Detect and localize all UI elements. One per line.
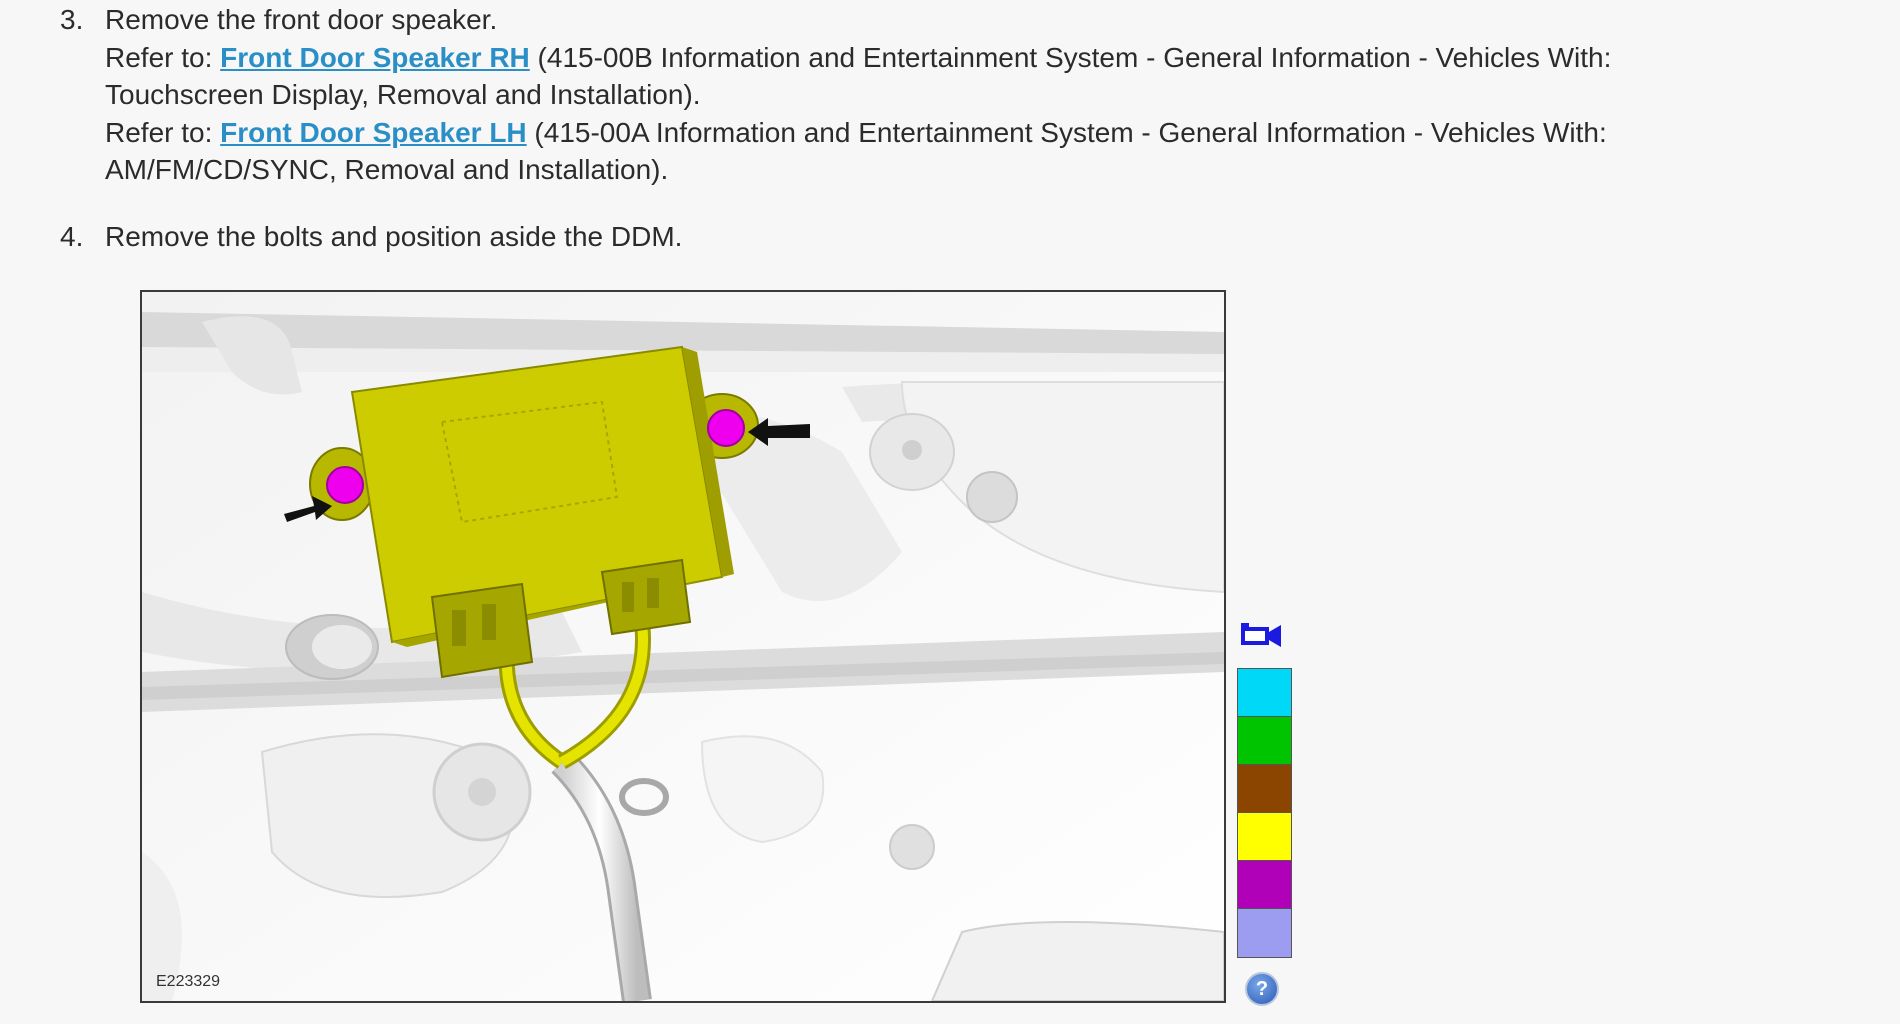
reference-detail-continued: AM/FM/CD/SYNC, Removal and Installation)… (105, 154, 669, 185)
refer-to-label: Refer to: (105, 41, 221, 73)
bolt (707, 409, 745, 447)
document-page: 3. Remove the front door speaker. Refer … (0, 0, 1900, 1024)
reference-detail: (415-00B Information and Entertainment S… (529, 41, 1612, 73)
color-swatch-lavender[interactable] (1238, 909, 1291, 957)
color-swatch-brown[interactable] (1238, 765, 1291, 813)
reference-detail-continued: Touchscreen Display, Removal and Install… (105, 79, 701, 110)
color-swatch-yellow[interactable] (1238, 813, 1291, 861)
reference-detail: (415-00A Information and Entertainment S… (526, 116, 1607, 148)
color-swatch-cyan[interactable] (1238, 669, 1291, 717)
refer-to-label: Refer to: (105, 116, 221, 148)
front-door-speaker-rh-link[interactable]: Front Door Speaker RH (220, 42, 530, 73)
reference-rh: Refer to: Front Door Speaker RH (415-00B… (105, 39, 1865, 77)
figure-id: E223329 (156, 973, 221, 990)
step-number: 4. (60, 221, 84, 252)
camera-icon[interactable] (1239, 620, 1283, 650)
ddm-illustration-graphic (142, 292, 1224, 1001)
color-swatch-green[interactable] (1238, 717, 1291, 765)
color-legend (1237, 668, 1292, 958)
color-swatch-magenta[interactable] (1238, 861, 1291, 909)
help-icon[interactable]: ? (1245, 972, 1279, 1006)
ddm-connector (600, 558, 692, 636)
front-door-speaker-lh-link[interactable]: Front Door Speaker LH (220, 117, 526, 148)
ddm-illustration[interactable]: E223329 (140, 290, 1226, 1003)
step-title: Remove the front door speaker. (105, 4, 498, 35)
reference-lh: Refer to: Front Door Speaker LH (415-00A… (105, 114, 1865, 152)
bolt (326, 466, 364, 504)
step-number: 3. (60, 4, 84, 35)
step-title: Remove the bolts and position aside the … (105, 221, 683, 252)
